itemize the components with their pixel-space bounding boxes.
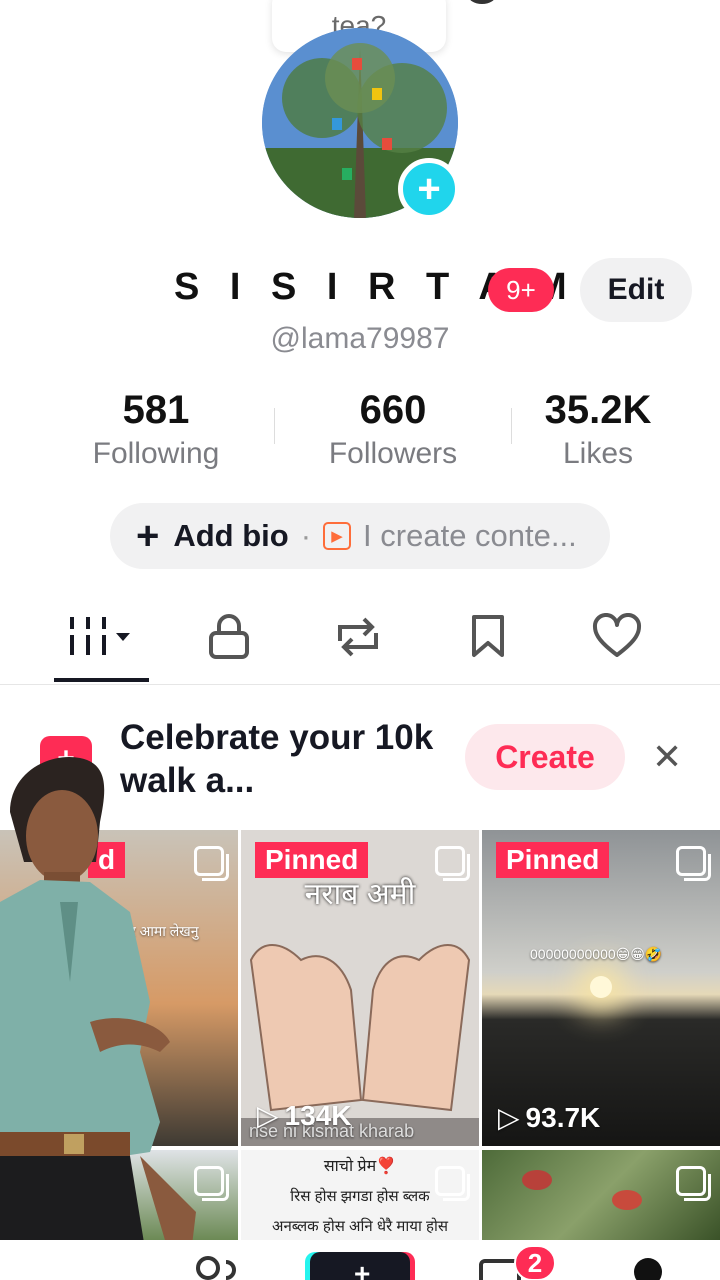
view-count: ▷ 93.7K bbox=[498, 1101, 600, 1134]
stat-label: Followers bbox=[328, 437, 458, 470]
flower-image bbox=[522, 1170, 552, 1190]
video-thumbnail[interactable] bbox=[482, 1150, 720, 1240]
active-tab-indicator bbox=[54, 678, 149, 682]
add-story-icon[interactable]: + bbox=[398, 158, 460, 220]
stat-value: 35.2K bbox=[544, 388, 652, 432]
video-caption-line: अनब्लक होस अनि धेरै माया होस bbox=[272, 1218, 448, 1235]
play-count-icon: ▷ bbox=[257, 1100, 279, 1131]
play-count-icon: ▷ bbox=[498, 1102, 520, 1133]
add-bio-label: Add bio bbox=[173, 518, 289, 553]
grid-filter-icon bbox=[70, 617, 130, 655]
stat-divider bbox=[274, 408, 275, 444]
tab-videos[interactable] bbox=[56, 605, 146, 669]
lock-icon bbox=[209, 614, 249, 659]
bottom-nav: + bbox=[0, 1240, 720, 1280]
video-caption: नराब अमी bbox=[304, 878, 416, 911]
status-dot bbox=[468, 0, 496, 4]
video-caption: 00000000000😁😁🤣 bbox=[530, 946, 663, 962]
tab-liked[interactable] bbox=[572, 605, 662, 669]
inbox-badge: 2 bbox=[514, 1245, 556, 1280]
create-post-button[interactable]: + bbox=[310, 1252, 410, 1280]
flower-image bbox=[612, 1190, 642, 1210]
stat-likes[interactable]: 35.2K Likes bbox=[488, 388, 708, 471]
person-sticker bbox=[0, 756, 196, 1280]
view-count-value: 93.7K bbox=[525, 1101, 601, 1133]
bio-separator: · bbox=[300, 518, 312, 553]
friends-icon[interactable] bbox=[192, 1254, 242, 1280]
tab-reposts[interactable] bbox=[313, 605, 403, 669]
sun-image bbox=[590, 976, 612, 998]
bookmark-icon bbox=[472, 615, 504, 657]
notification-badge[interactable]: 9+ bbox=[488, 268, 554, 312]
multi-photo-icon bbox=[435, 1166, 470, 1201]
heart-icon bbox=[592, 613, 642, 657]
view-count: ▷ 134K bbox=[257, 1099, 351, 1132]
video-thumbnail[interactable]: Pinned 00000000000😁😁🤣 ▷ 93.7K bbox=[482, 830, 720, 1146]
profile-screen: tea? + S I S I R T A M ... 9+ Edit @lama… bbox=[0, 0, 720, 1280]
repost-icon bbox=[338, 617, 378, 657]
multi-photo-icon bbox=[676, 846, 711, 881]
tab-private[interactable] bbox=[184, 605, 274, 669]
close-icon[interactable]: ✕ bbox=[652, 736, 682, 778]
stat-value: 660 bbox=[359, 388, 427, 432]
video-thumbnail[interactable]: साचो प्रेम❣️ रिस होस झगडा होस ब्लक अनब्ल… bbox=[241, 1150, 479, 1240]
profile-handle: @lama79987 bbox=[270, 322, 450, 355]
plus-icon: + bbox=[136, 513, 160, 558]
tab-favorites[interactable] bbox=[443, 605, 533, 669]
stat-followers[interactable]: 660 Followers bbox=[283, 388, 503, 471]
bio-bar[interactable]: + Add bio · ▶ I create conte... bbox=[110, 503, 610, 569]
view-count-value: 134K bbox=[284, 1099, 352, 1131]
video-thumbnail[interactable]: Pinned नराब अमी nse ni kismat kharab ▷ 13… bbox=[241, 830, 479, 1146]
stat-label: Likes bbox=[562, 437, 634, 470]
profile-nav-icon[interactable] bbox=[634, 1258, 662, 1280]
pinned-badge: Pinned bbox=[496, 842, 610, 878]
profile-tabs bbox=[0, 605, 720, 685]
stat-value: 581 bbox=[122, 388, 190, 432]
tabs-divider bbox=[0, 684, 720, 685]
multi-photo-icon bbox=[676, 1166, 711, 1201]
bio-link-text: I create conte... bbox=[363, 518, 577, 553]
plus-icon: + bbox=[354, 1258, 371, 1280]
stat-label: Following bbox=[92, 437, 220, 470]
edit-profile-button[interactable]: Edit bbox=[580, 258, 692, 322]
create-button[interactable]: Create bbox=[465, 724, 625, 790]
stat-following[interactable]: 581 Following bbox=[46, 388, 266, 471]
play-icon: ▶ bbox=[323, 522, 352, 550]
